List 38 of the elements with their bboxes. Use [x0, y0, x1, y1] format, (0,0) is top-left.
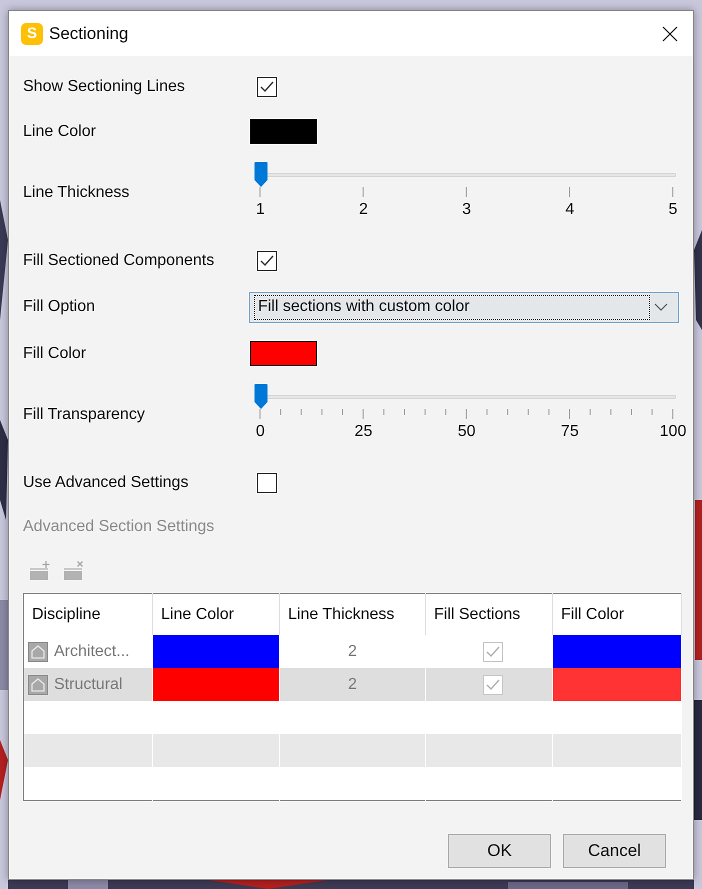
dialog-button[interactable]: Cancel: [563, 834, 666, 868]
setting-label: Fill Transparency: [23, 405, 146, 424]
checkbox[interactable]: [257, 77, 277, 97]
color-swatch[interactable]: [250, 119, 317, 144]
color-swatch[interactable]: [250, 341, 317, 366]
house-icon: [28, 674, 48, 694]
table-cell: Architect...: [54, 642, 130, 660]
slider-thumb[interactable]: [254, 384, 268, 409]
table-cell: 2: [280, 668, 426, 701]
app-logo: S: [21, 22, 43, 44]
tick-label: 3: [462, 201, 472, 219]
setting-label: Fill Option: [23, 298, 96, 316]
close-icon: [662, 26, 678, 42]
setting-label: Show Sectioning Lines: [23, 78, 186, 96]
house-icon: [28, 642, 48, 662]
table-cell: Structural: [54, 676, 122, 694]
tick-label: 100: [660, 423, 686, 441]
checkbox[interactable]: [257, 473, 277, 493]
setting-label: Fill Color: [23, 344, 88, 362]
tick-label: 75: [560, 423, 579, 441]
section-heading: Advanced Section Settings: [23, 517, 216, 537]
window-title: Sectioning: [49, 24, 130, 44]
slider-thumb[interactable]: [254, 162, 268, 187]
tick-label: 2: [358, 201, 368, 219]
fill-option-dropdown[interactable]: Fill sections with custom color: [248, 292, 679, 322]
tick-label: 1: [256, 201, 265, 219]
tick-label: 0: [256, 423, 265, 441]
setting-label: Fill Sectioned Components: [23, 252, 216, 270]
setting-label: Use Advanced Settings: [23, 474, 190, 492]
tick-label: 4: [565, 201, 574, 219]
tick-label: 5: [668, 201, 678, 219]
checkbox[interactable]: [257, 251, 277, 271]
setting-label: Line Color: [23, 122, 97, 140]
tick-label: 50: [458, 423, 476, 441]
setting-label: Line Thickness: [23, 183, 130, 202]
dialog-button[interactable]: OK: [448, 834, 551, 868]
tick-label: 25: [354, 423, 372, 441]
chevron-down-icon: [654, 303, 668, 311]
